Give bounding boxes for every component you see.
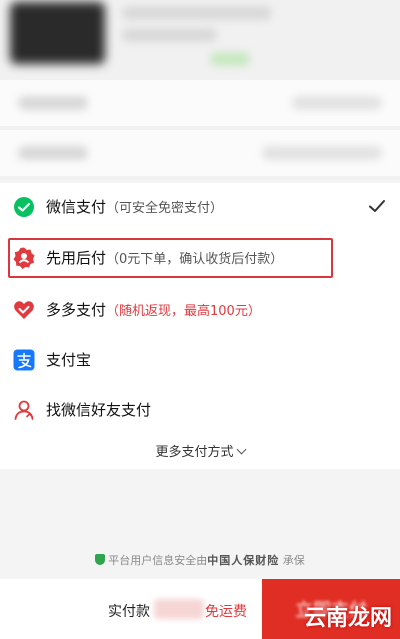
- shield-icon: [95, 554, 106, 565]
- wechat-pay-icon: [12, 195, 36, 219]
- duoduo-pay-icon: [12, 298, 36, 322]
- chevron-down-icon: [236, 444, 246, 455]
- pay-option-alipay[interactable]: 支付宝: [0, 336, 400, 384]
- pay-option-name: 找微信好友支付: [46, 401, 152, 419]
- pay-option-name: 微信支付: [46, 198, 107, 216]
- pay-option-duoduo[interactable]: 多多支付（随机返现，最高100元）: [0, 286, 400, 334]
- security-prefix: 平台用户信息安全由: [108, 554, 208, 567]
- payment-method-list: 微信支付（可安全免密支付） 先用后付（0元下单，确认收货后付款） 多多支付（随机…: [0, 183, 400, 469]
- product-title-blur: [122, 6, 272, 20]
- product-tag-blur: [210, 52, 250, 66]
- product-thumbnail: [10, 2, 105, 64]
- pay-option-friend[interactable]: 找微信好友支付: [0, 386, 400, 434]
- more-payment-methods[interactable]: 更多支付方式: [0, 441, 400, 460]
- highlight-box: [8, 238, 333, 278]
- pay-option-name: 支付宝: [46, 351, 92, 369]
- total-label: 实付款: [108, 604, 150, 620]
- insurer-brand: 中国人保财险: [207, 554, 280, 567]
- pay-option-name: 多多支付: [46, 301, 107, 319]
- product-spec-blur: [122, 28, 217, 42]
- security-suffix: 承保: [282, 554, 305, 567]
- total-amount-blurred: [154, 599, 204, 619]
- pay-option-note: （可安全免密支付）: [106, 201, 224, 216]
- security-note: 平台用户信息安全由中国人保财险 承保: [0, 552, 400, 568]
- order-option-row[interactable]: [0, 130, 400, 176]
- watermark: 云南龙网: [303, 606, 392, 631]
- pay-option-wechat[interactable]: 微信支付（可安全免密支付）: [0, 183, 400, 231]
- order-summary-blurred: [0, 0, 400, 180]
- checkmark-icon: [368, 197, 386, 215]
- more-payment-label: 更多支付方式: [155, 445, 234, 460]
- pay-option-note: （随机返现，最高100元）: [106, 304, 261, 319]
- alipay-icon: [12, 348, 36, 372]
- order-option-row[interactable]: [0, 80, 400, 126]
- free-shipping-label: 免运费: [205, 604, 247, 620]
- friend-pay-icon: [12, 398, 36, 422]
